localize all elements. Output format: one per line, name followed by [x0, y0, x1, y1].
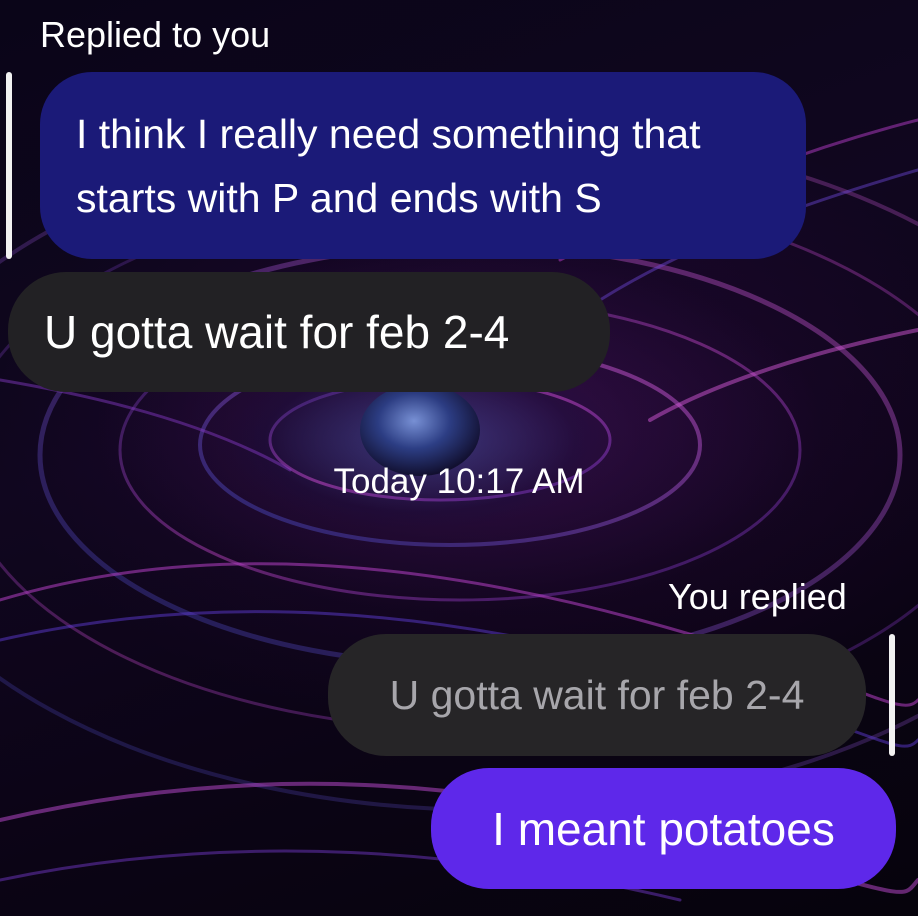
quoted-received-message[interactable]: I think I really need something that sta… — [40, 72, 806, 259]
sent-message-text: I meant potatoes — [492, 802, 835, 855]
message-timestamp: Today 10:17 AM — [333, 462, 585, 501]
reply-header-sent: You replied — [668, 576, 847, 617]
quoted-sent-text: U gotta wait for feb 2-4 — [389, 672, 805, 718]
quoted-sent-message[interactable]: U gotta wait for feb 2-4 — [328, 634, 866, 756]
received-message-text: U gotta wait for feb 2-4 — [44, 306, 510, 358]
reply-header-received: Replied to you — [40, 14, 271, 55]
sent-message-bubble[interactable]: I meant potatoes — [431, 768, 896, 889]
reply-indicator-bar — [889, 634, 895, 756]
reply-indicator-bar — [6, 72, 12, 259]
received-message-bubble[interactable]: U gotta wait for feb 2-4 — [8, 272, 610, 392]
